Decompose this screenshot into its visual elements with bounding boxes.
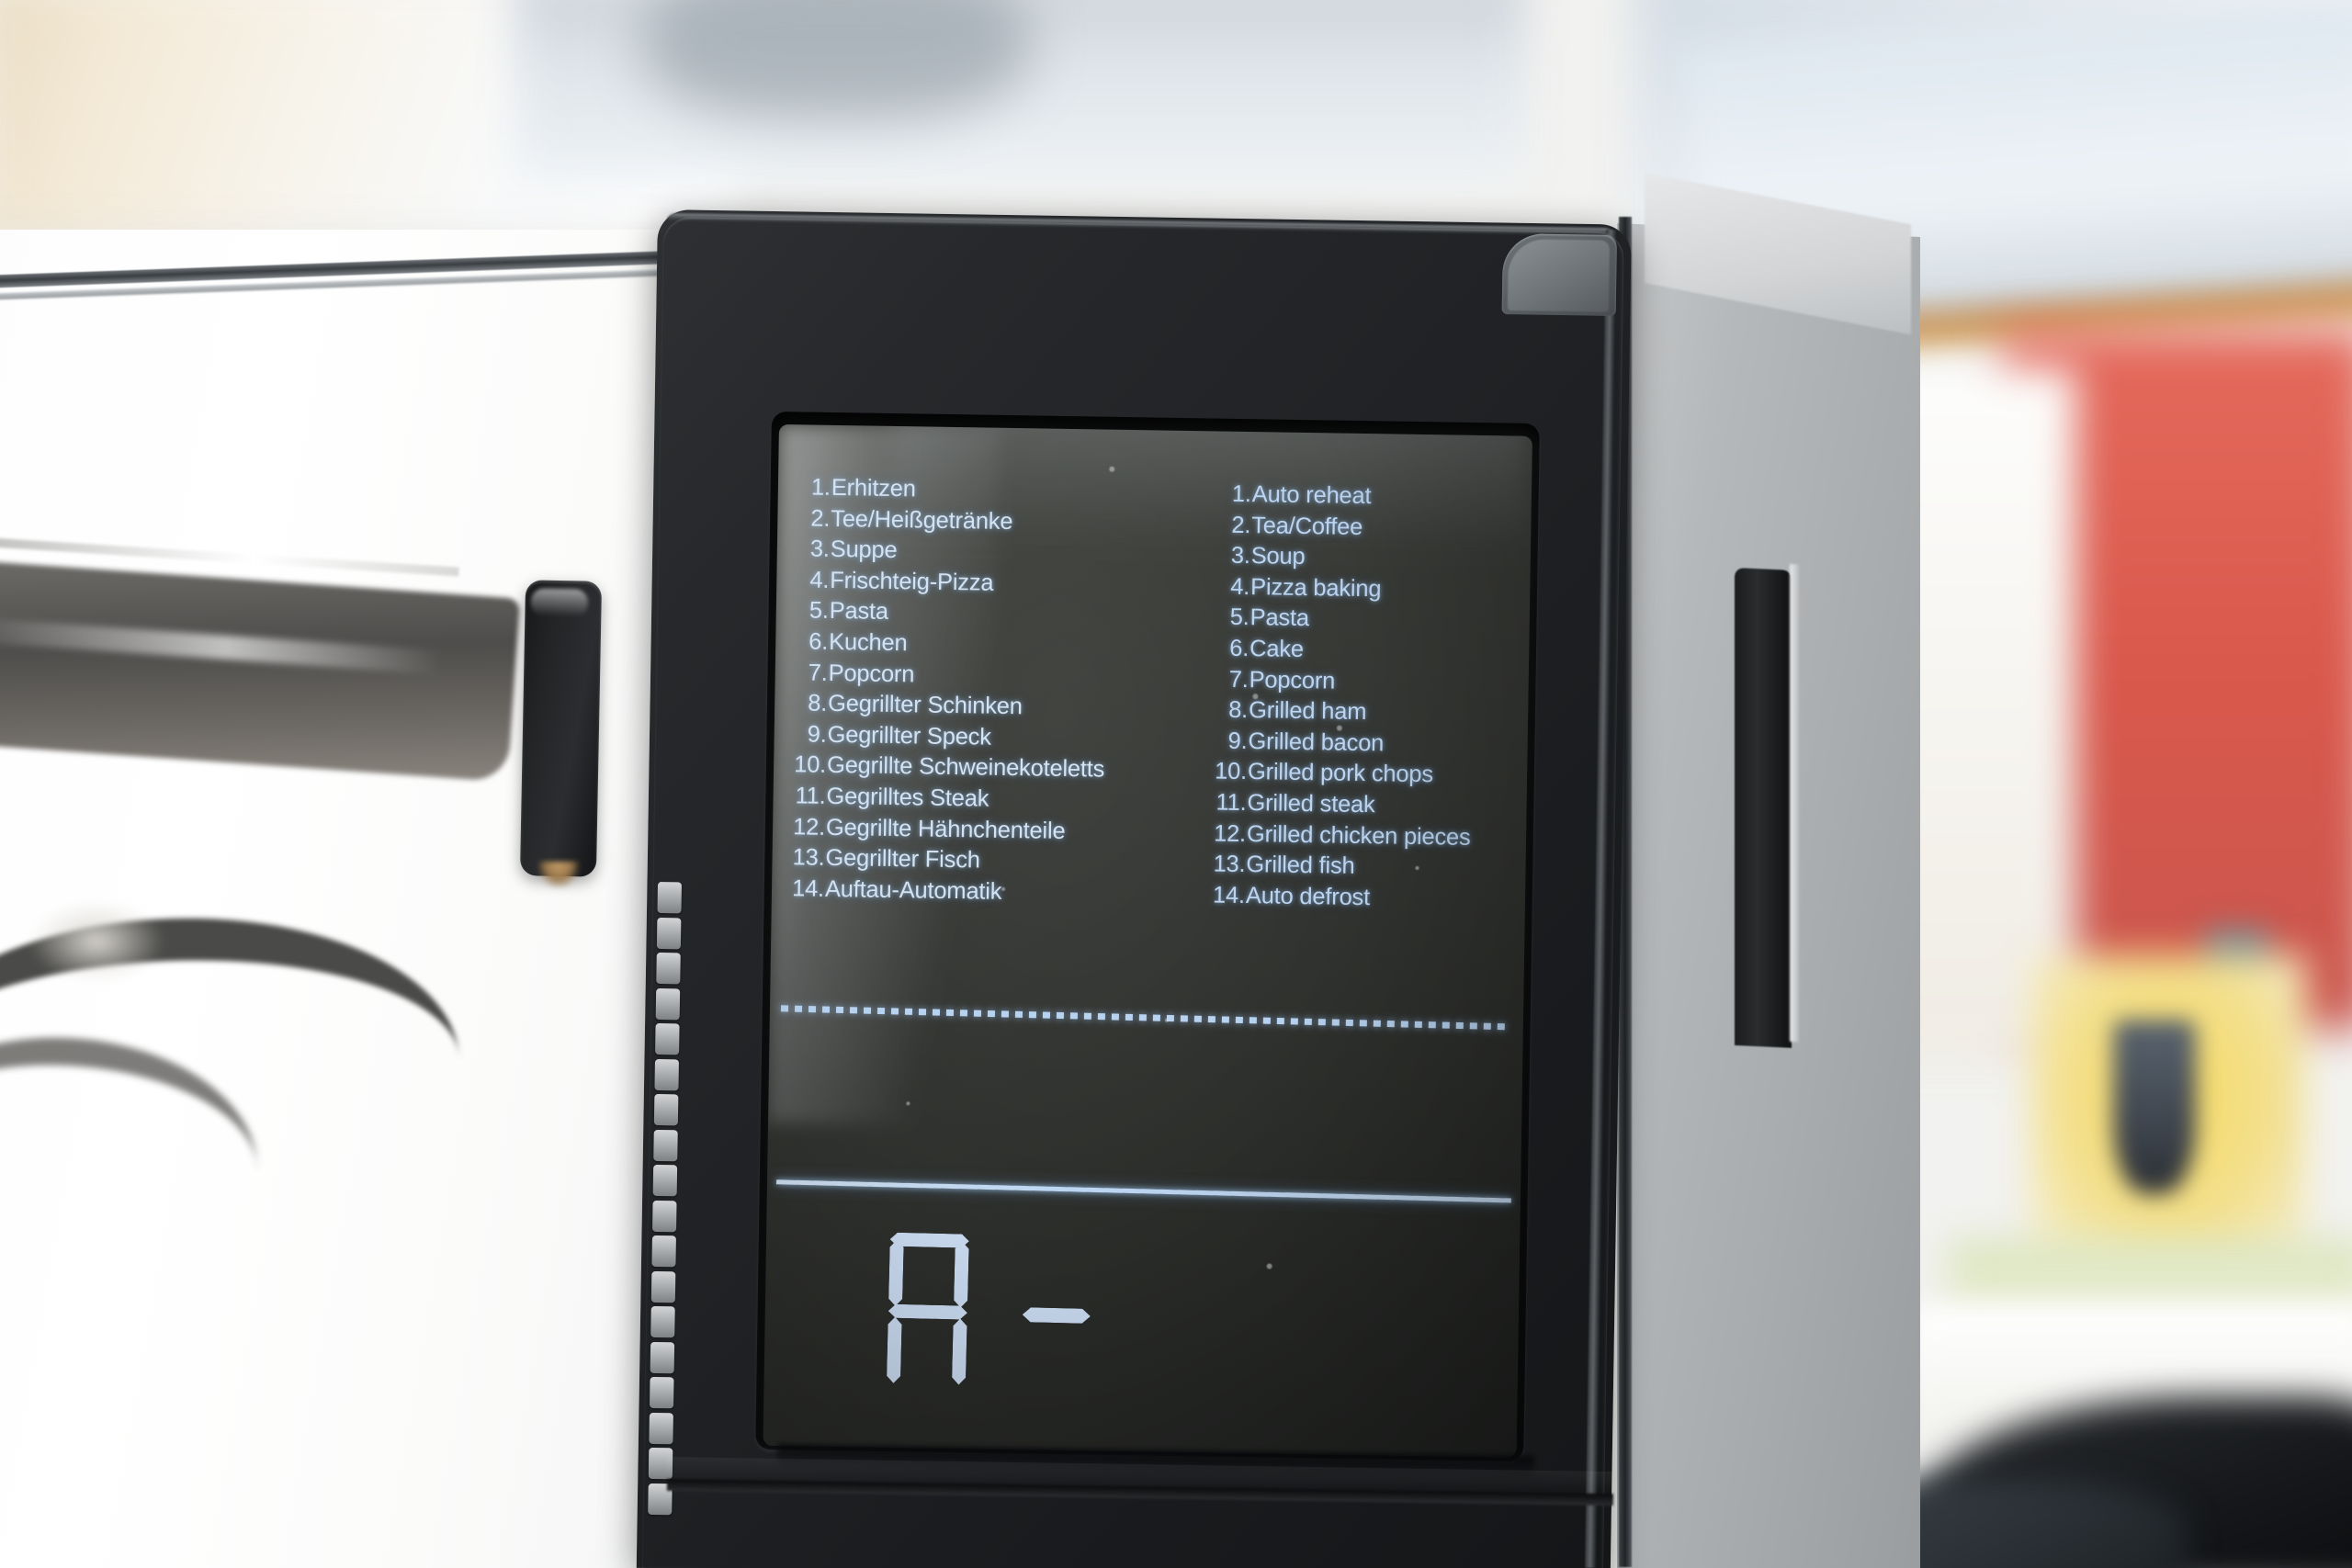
screen-dust-speck <box>906 1101 910 1106</box>
latch-tooth <box>657 882 682 914</box>
background-dark-blob <box>643 0 1029 119</box>
screen-dust-speck <box>1415 865 1419 870</box>
side-vent <box>1735 568 1792 1048</box>
screen-dust-speck <box>1164 1018 1169 1022</box>
side-vent-highlight <box>1790 564 1799 1043</box>
latch-tooth <box>649 1412 673 1444</box>
door-handle[interactable] <box>519 580 603 877</box>
latch-tooth <box>656 917 682 949</box>
door-handle-gloss <box>530 588 589 617</box>
latch-tooth <box>654 1058 679 1090</box>
latch-tooth <box>655 1022 680 1055</box>
latch-tooth <box>653 1129 678 1161</box>
screen-dust-speck <box>1252 694 1259 700</box>
oven-door[interactable] <box>0 230 698 1568</box>
screen-dust-speck <box>1001 886 1006 891</box>
latch-tooth <box>653 1093 679 1126</box>
latch-tooth <box>650 1341 675 1373</box>
door-reflection-band <box>0 558 521 783</box>
background-yellow-object-core <box>2113 1020 2196 1194</box>
latch-tooth <box>650 1305 675 1338</box>
microwave-photo-scene: 1.Erhitzen2.Tee/Heißgetränke3.Suppe4.Fri… <box>0 0 2352 1568</box>
latch-tooth <box>652 1164 678 1197</box>
door-smudge <box>28 900 165 983</box>
latch-tooth <box>649 1376 674 1409</box>
latch-tooth <box>655 987 681 1020</box>
latch-tooth <box>656 952 681 985</box>
screen-dust-speck <box>1266 1263 1272 1269</box>
screen-dust-speck <box>1109 466 1115 472</box>
latch-tooth <box>651 1235 676 1268</box>
lcd-screen[interactable]: 1.Erhitzen2.Tee/Heißgetränke3.Suppe4.Fri… <box>763 424 1532 1458</box>
latch-tooth <box>650 1270 676 1303</box>
panel-corner-tab-inner <box>1507 239 1610 312</box>
door-handle-base-reflection <box>538 862 579 887</box>
screen-dust-speck <box>1336 725 1342 731</box>
screen-vignette <box>763 424 1532 1458</box>
latch-tooth <box>652 1200 677 1232</box>
